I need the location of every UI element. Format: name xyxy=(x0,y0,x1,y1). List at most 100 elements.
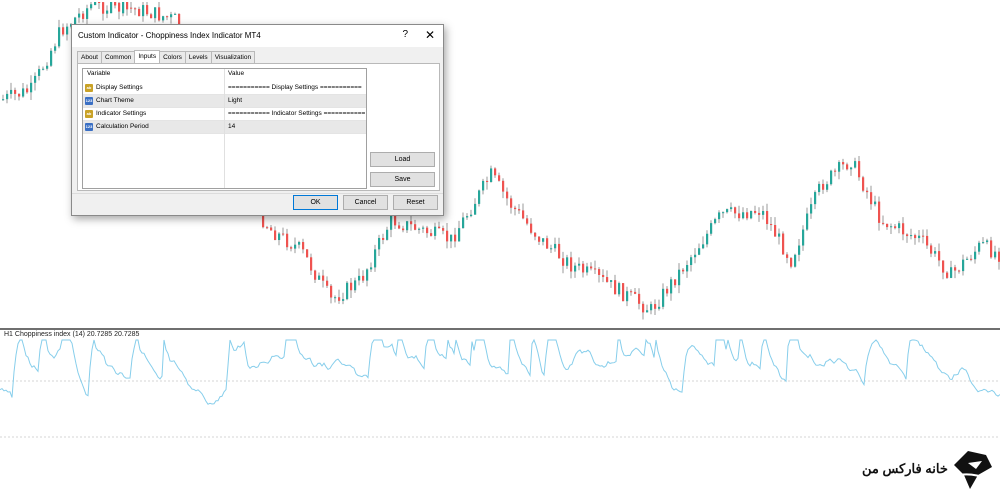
candle-body xyxy=(902,223,905,235)
candle-body xyxy=(682,269,685,272)
candle-body xyxy=(286,233,289,248)
save-button[interactable]: Save xyxy=(370,172,435,187)
candle-body xyxy=(762,211,765,215)
candle-body xyxy=(614,280,617,295)
candle-body xyxy=(374,249,377,268)
candle-body xyxy=(770,224,773,226)
candle-body xyxy=(142,5,145,17)
candle-body xyxy=(626,291,629,302)
load-button[interactable]: Load xyxy=(370,152,435,167)
candle-body xyxy=(442,228,445,231)
candle-body xyxy=(482,180,485,191)
cancel-button[interactable]: Cancel xyxy=(343,195,388,210)
value-column-header[interactable]: Value xyxy=(228,69,244,79)
candle-body xyxy=(714,219,717,224)
candle-body xyxy=(950,267,953,278)
candle-body xyxy=(330,285,333,298)
candle-body xyxy=(78,13,81,18)
candle-body xyxy=(518,209,521,211)
candle-body xyxy=(398,225,401,229)
reset-button[interactable]: Reset xyxy=(393,195,438,210)
row-value[interactable]: =========== Display Settings =========== xyxy=(228,82,362,94)
tab-colors[interactable]: Colors xyxy=(159,51,186,63)
candle-body xyxy=(138,8,141,17)
tab-common[interactable]: Common xyxy=(101,51,136,63)
candle-body xyxy=(470,214,473,217)
candle-body xyxy=(426,227,429,234)
candle-body xyxy=(490,168,493,183)
candle-body xyxy=(18,93,21,97)
candle-body xyxy=(842,162,845,165)
candle-body xyxy=(318,275,321,280)
row-value[interactable]: 14 xyxy=(228,121,235,133)
candle-body xyxy=(558,243,561,259)
candle-body xyxy=(910,235,913,237)
candle-body xyxy=(294,244,297,249)
candle-body xyxy=(886,223,889,228)
candle-body xyxy=(166,16,169,18)
candle-body xyxy=(390,214,393,230)
ok-button[interactable]: OK xyxy=(293,195,338,210)
candle-body xyxy=(30,82,33,93)
candle-body xyxy=(618,283,621,295)
candle-body xyxy=(326,280,329,286)
candle-body xyxy=(662,288,665,307)
candle-body xyxy=(58,27,61,47)
dialog-titlebar[interactable]: Custom Indicator - Choppiness Index Indi… xyxy=(72,25,443,47)
candle-body xyxy=(894,226,897,229)
string-param-icon: ab xyxy=(85,84,93,92)
tab-levels[interactable]: Levels xyxy=(184,51,212,63)
candle-body xyxy=(506,191,509,199)
candle-body xyxy=(798,245,801,255)
candle-body xyxy=(566,257,569,266)
candle-body xyxy=(34,75,37,83)
candle-body xyxy=(702,244,705,249)
candle-body xyxy=(90,4,93,9)
candle-body xyxy=(366,269,369,281)
candle-body xyxy=(522,210,525,219)
tab-inputs[interactable]: Inputs xyxy=(134,50,161,64)
row-variable: Indicator Settings xyxy=(96,110,147,117)
choppiness-indicator-panel[interactable] xyxy=(0,330,1000,500)
candle-body xyxy=(830,170,833,185)
candle-body xyxy=(62,27,65,35)
candle-body xyxy=(678,269,681,286)
candle-body xyxy=(750,210,753,219)
candle-body xyxy=(942,260,945,273)
candle-body xyxy=(974,251,977,260)
tab-about[interactable]: About xyxy=(77,51,102,63)
candle-body xyxy=(970,258,973,260)
candle-body xyxy=(786,254,789,258)
candle-body xyxy=(406,221,409,231)
candle-body xyxy=(386,229,389,240)
close-button[interactable]: ✕ xyxy=(425,28,435,42)
candle-body xyxy=(806,213,809,230)
candle-body xyxy=(706,233,709,245)
candle-body xyxy=(922,235,925,237)
row-value[interactable]: =========== Indicator Settings =========… xyxy=(228,108,365,120)
candle-body xyxy=(698,248,701,255)
variable-column-header[interactable]: Variable xyxy=(87,69,110,79)
row-value[interactable]: Light xyxy=(228,95,242,107)
dialog-footer-divider xyxy=(72,193,443,194)
candle-body xyxy=(746,212,749,219)
candle-body xyxy=(86,8,89,19)
candle-body xyxy=(298,242,301,245)
candle-body xyxy=(850,167,853,170)
candle-body xyxy=(634,291,637,294)
candle-body xyxy=(82,13,85,19)
tab-visualization[interactable]: Visualization xyxy=(210,51,256,63)
candle-body xyxy=(954,267,957,271)
candle-body xyxy=(358,275,361,281)
help-button[interactable]: ? xyxy=(402,29,408,40)
row-variable: Chart Theme xyxy=(96,97,134,104)
candle-body xyxy=(658,306,661,309)
candle-body xyxy=(890,226,893,228)
candle-body xyxy=(474,203,477,215)
candle-body xyxy=(466,216,469,218)
candle-body xyxy=(846,164,849,170)
candle-body xyxy=(354,280,357,291)
candle-body xyxy=(270,227,273,231)
candle-body xyxy=(38,69,41,76)
candle-body xyxy=(866,190,869,193)
